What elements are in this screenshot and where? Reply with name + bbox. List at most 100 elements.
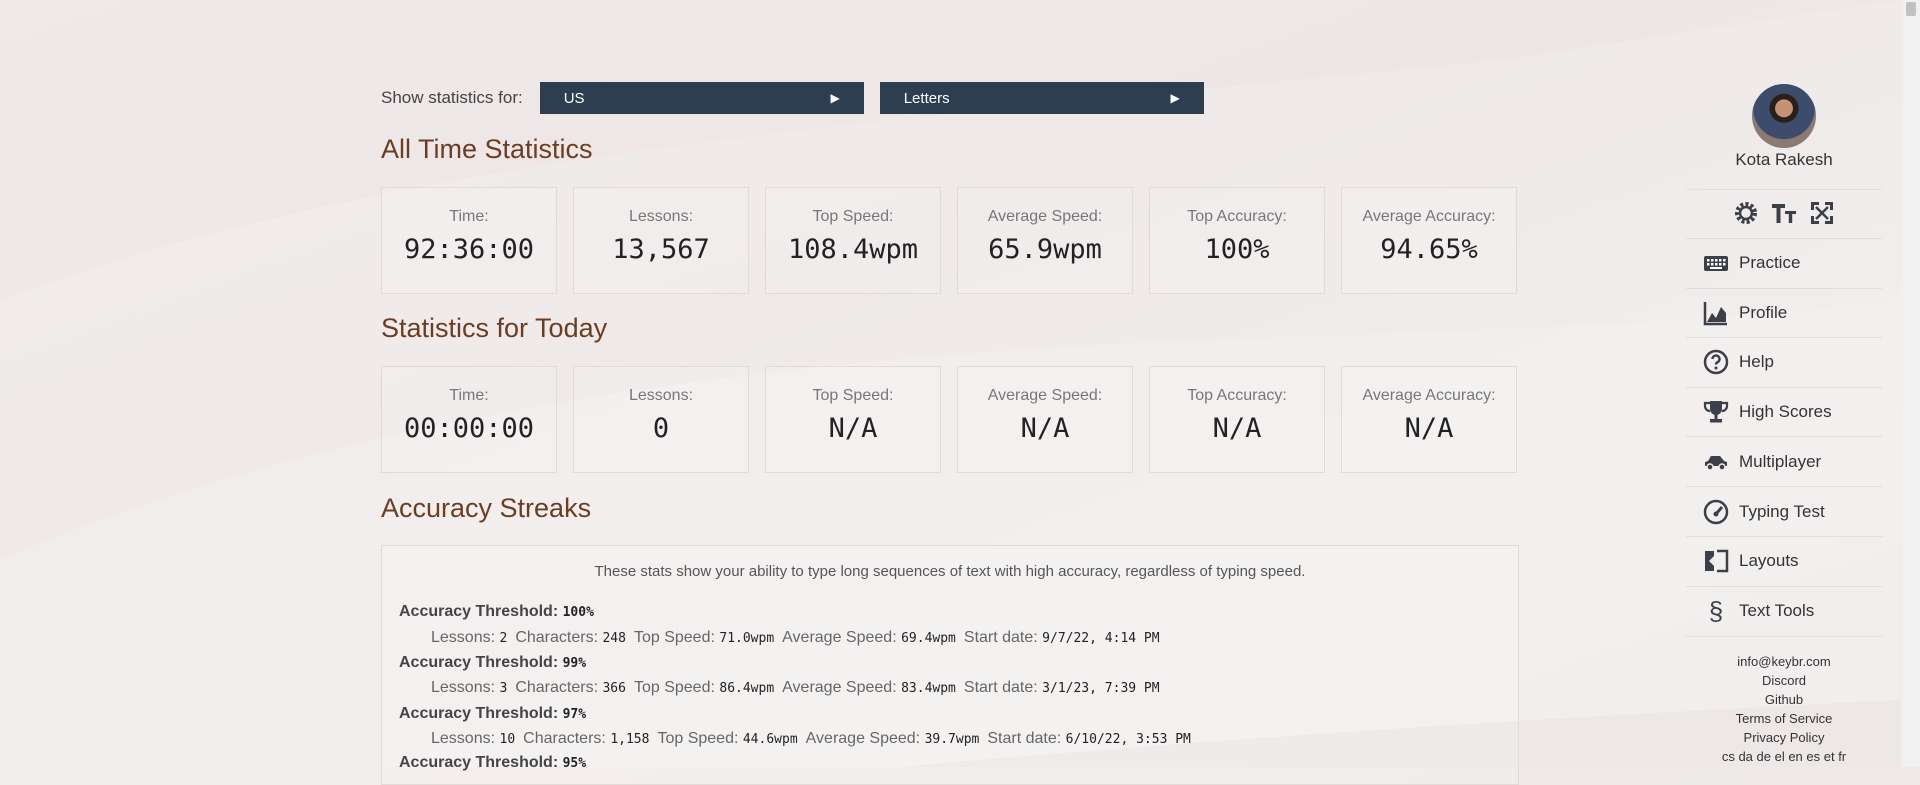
characters-label: Characters:	[515, 629, 599, 646]
stat-label: Top Accuracy:	[1187, 387, 1287, 404]
today-heading: Statistics for Today	[381, 313, 608, 343]
divider	[1686, 288, 1882, 289]
scrollbar-thumb[interactable]	[1906, 2, 1916, 16]
stat-label: Top Accuracy:	[1187, 208, 1287, 225]
stat-card-average-accuracy: Average Accuracy: N/A	[1341, 366, 1517, 473]
lessons-label: Lessons:	[431, 730, 496, 747]
stat-value: 94.65%	[1380, 234, 1478, 265]
characters-label: Characters:	[523, 730, 606, 747]
nav-layouts[interactable]: Layouts	[1703, 548, 1799, 574]
language-links[interactable]: cs da de el en es et fr	[1686, 747, 1882, 766]
nav-label: High Scores	[1739, 402, 1832, 421]
stat-card-lessons: Lessons: 13,567	[573, 187, 749, 294]
stat-label: Average Speed:	[987, 208, 1103, 225]
layout-select-value: US	[563, 89, 585, 107]
terms-link[interactable]: Terms of Service	[1686, 709, 1882, 728]
stat-value: 92:36:00	[403, 234, 535, 265]
settings-icons	[1686, 199, 1882, 227]
characters-value: 1,158	[610, 732, 650, 747]
discord-link[interactable]: Discord	[1686, 671, 1882, 690]
streak-detail-row: Lessons: 2 Characters: 248 Top Speed: 71.0…	[431, 629, 1168, 647]
top-speed-label: Top Speed:	[633, 629, 715, 646]
email-link[interactable]: info@keybr.com	[1686, 652, 1882, 671]
stat-label: Average Speed:	[987, 387, 1103, 404]
stat-card-top-speed: Top Speed: 108.4wpm	[765, 187, 941, 294]
nav-practice[interactable]: Practice	[1703, 250, 1800, 276]
all-time-cards: Time: 92:36:00 Lessons: 13,567 Top Speed: 1…	[381, 187, 1517, 294]
layout-select[interactable]: US ▶	[539, 82, 864, 114]
threshold-row: Accuracy Threshold: 95%	[399, 754, 586, 772]
lessons-value: 2	[499, 631, 508, 646]
footer-links: info@keybr.com Discord Github Terms of S…	[1686, 652, 1882, 766]
average-speed-label: Average Speed:	[782, 629, 897, 646]
streak-detail-row: Lessons: 3 Characters: 366 Top Speed: 86.4…	[431, 679, 1168, 697]
stat-value: 13,567	[612, 234, 710, 265]
nav-multiplayer[interactable]: Multiplayer	[1703, 449, 1821, 475]
threshold-row: Accuracy Threshold: 97%	[399, 705, 586, 723]
today-cards: Time: 00:00:00 Lessons: 0 Top Speed: N/A Av…	[381, 366, 1517, 473]
divider	[1686, 238, 1882, 239]
lessons-value: 10	[499, 732, 516, 747]
start-date-value: 6/10/22, 3:53 PM	[1065, 732, 1191, 747]
nav-profile[interactable]: Profile	[1703, 300, 1787, 326]
stat-card-average-accuracy: Average Accuracy: 94.65%	[1341, 187, 1517, 294]
stat-label: Average Accuracy:	[1362, 387, 1496, 404]
threshold-label: Accuracy Threshold:	[399, 654, 559, 671]
lessons-value: 3	[499, 681, 508, 696]
privacy-link[interactable]: Privacy Policy	[1686, 728, 1882, 747]
stat-card-top-accuracy: Top Accuracy: N/A	[1149, 366, 1325, 473]
accuracy-streaks-panel: These stats show your ability to type lo…	[381, 545, 1519, 785]
stat-value: N/A	[1404, 413, 1454, 444]
stat-label: Time:	[449, 387, 489, 404]
section-icon: §	[1708, 595, 1724, 626]
nav-label: Profile	[1739, 303, 1788, 322]
keyboard-icon	[1703, 250, 1729, 276]
stat-card-time: Time: 92:36:00	[381, 187, 557, 294]
stat-label: Lessons:	[628, 208, 694, 225]
threshold-row: Accuracy Threshold: 99%	[399, 654, 586, 672]
stat-card-lessons: Lessons: 0	[573, 366, 749, 473]
nav-label: Practice	[1739, 253, 1801, 272]
fullscreen-icon[interactable]	[1808, 199, 1836, 227]
streaks-intro: These stats show your ability to type lo…	[594, 563, 1306, 580]
nav-help[interactable]: Help	[1703, 349, 1774, 375]
divider	[1686, 189, 1882, 190]
stat-value: 0	[652, 413, 670, 444]
average-speed-value: 83.4wpm	[901, 681, 956, 696]
nav-label: Multiplayer	[1739, 452, 1822, 471]
user-name[interactable]: Kota Rakesh	[1686, 150, 1882, 170]
average-speed-label: Average Speed:	[805, 730, 921, 747]
stat-card-average-speed: Average Speed: 65.9wpm	[957, 187, 1133, 294]
accuracy-streaks-heading: Accuracy Streaks	[381, 493, 592, 523]
nav-text-tools[interactable]: § Text Tools	[1703, 595, 1815, 626]
github-link[interactable]: Github	[1686, 690, 1882, 709]
scrollbar[interactable]	[1902, 0, 1920, 767]
stat-label: Lessons:	[628, 387, 694, 404]
car-icon	[1703, 449, 1729, 475]
stat-card-time: Time: 00:00:00	[381, 366, 557, 473]
all-time-heading: All Time Statistics	[381, 134, 593, 164]
mode-select[interactable]: Letters ▶	[879, 82, 1204, 114]
stat-card-average-speed: Average Speed: N/A	[957, 366, 1133, 473]
start-date-value: 3/1/23, 7:39 PM	[1042, 681, 1160, 696]
gauge-icon	[1703, 499, 1729, 525]
font-size-icon[interactable]	[1770, 199, 1798, 227]
nav-high-scores[interactable]: High Scores	[1703, 399, 1832, 425]
threshold-label: Accuracy Threshold:	[399, 754, 559, 771]
characters-value: 366	[602, 681, 626, 696]
nav-typing-test[interactable]: Typing Test	[1703, 499, 1825, 525]
characters-value: 248	[602, 631, 626, 646]
stat-value: 00:00:00	[403, 413, 535, 444]
start-date-label: Start date:	[987, 730, 1062, 747]
start-date-label: Start date:	[963, 679, 1038, 696]
play-arrow-icon: ▶	[1170, 91, 1180, 105]
theme-gear-icon[interactable]	[1732, 199, 1760, 227]
threshold-value: 97%	[562, 707, 587, 722]
avatar[interactable]	[1752, 84, 1816, 148]
top-speed-value: 44.6wpm	[742, 732, 798, 747]
average-speed-value: 69.4wpm	[901, 631, 956, 646]
threshold-label: Accuracy Threshold:	[399, 705, 559, 722]
stat-card-top-accuracy: Top Accuracy: 100%	[1149, 187, 1325, 294]
divider	[1686, 387, 1882, 388]
start-date-label: Start date:	[963, 629, 1038, 646]
